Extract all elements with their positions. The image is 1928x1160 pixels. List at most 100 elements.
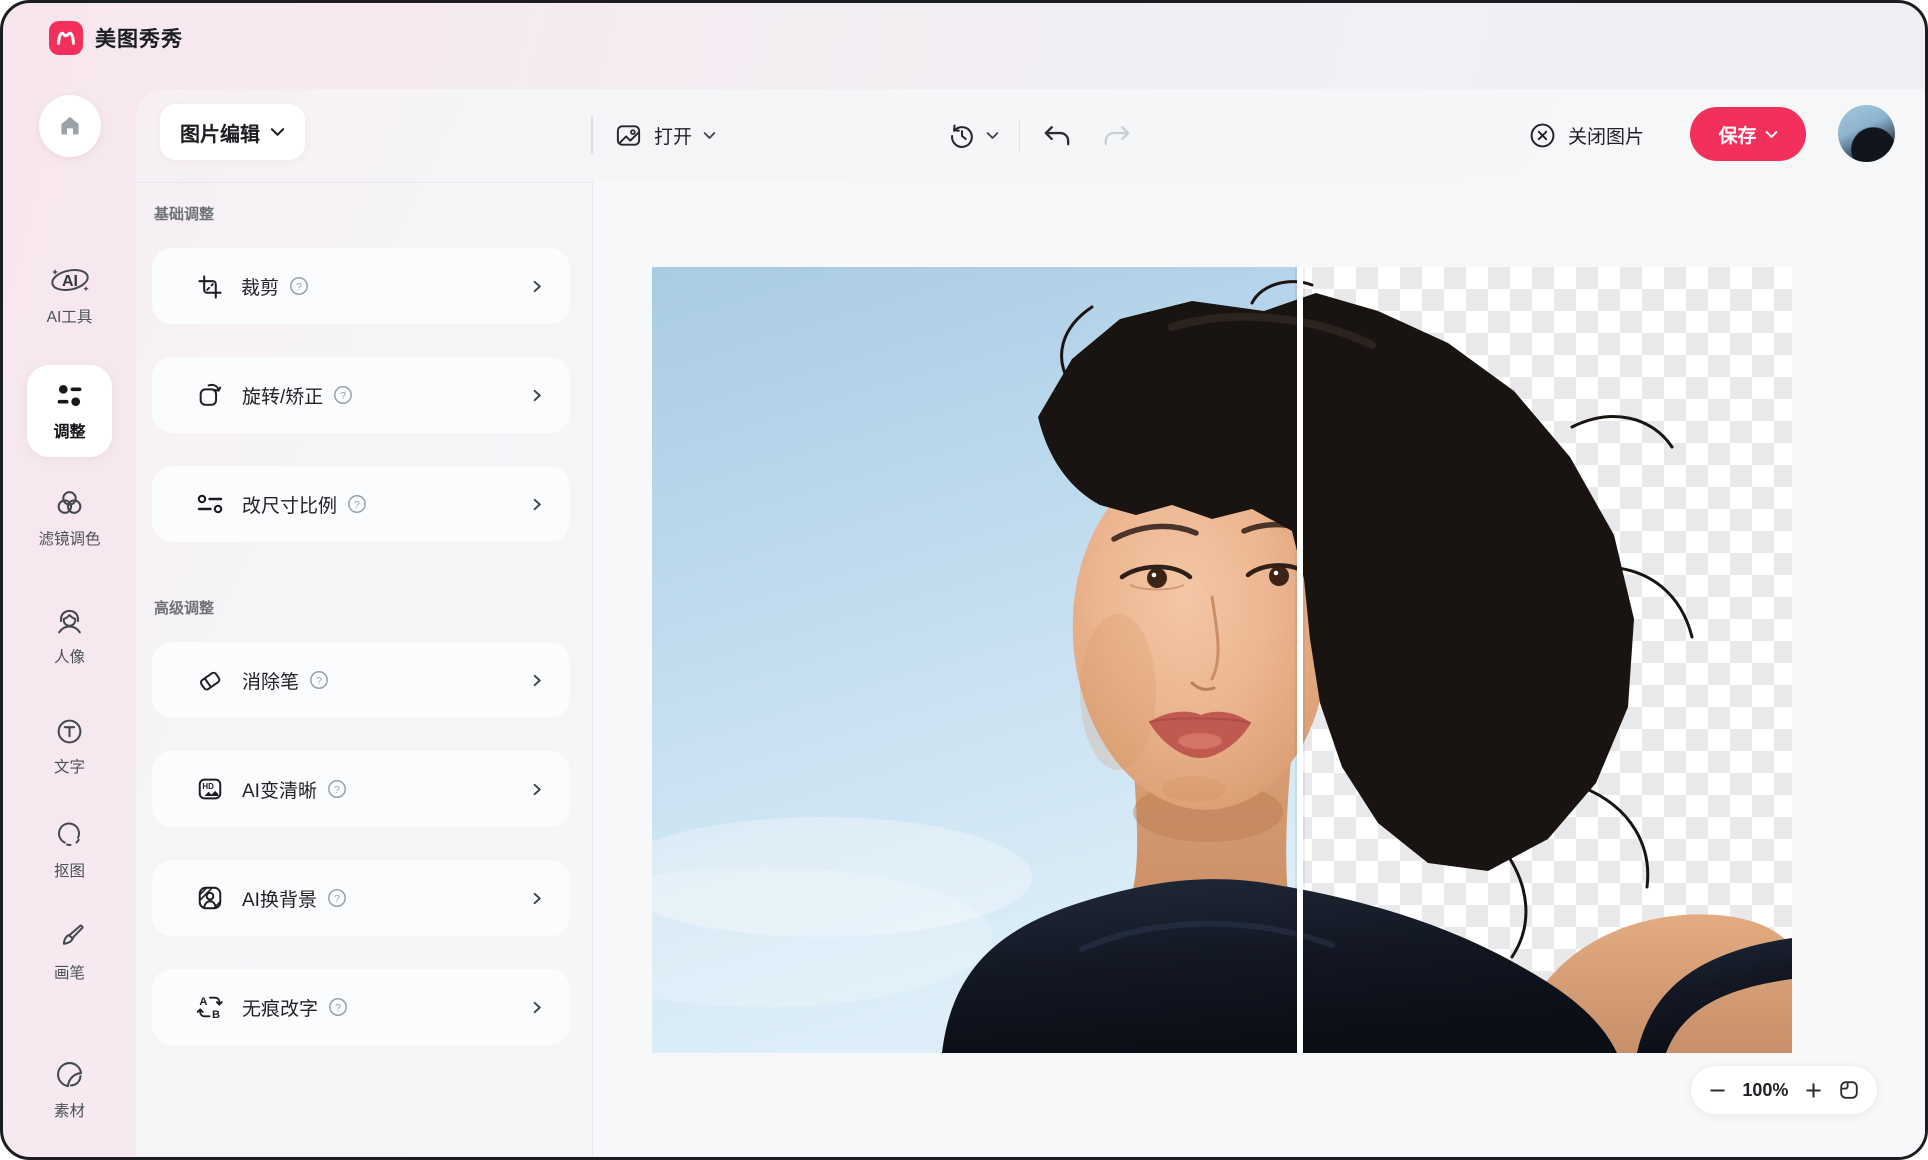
help-icon[interactable]: ? — [347, 494, 367, 514]
sidebar-item-label: 文字 — [54, 755, 85, 777]
tool-label: 无痕改字 — [242, 994, 318, 1021]
left-sidebar: AI AI工具 调整 滤镜调色 人像 文字 抠图 画笔 — [3, 73, 136, 1157]
chevron-down-icon — [1765, 130, 1778, 139]
svg-text:A: A — [199, 996, 207, 1008]
text-swap-icon: AB — [196, 993, 224, 1021]
tool-label: AI变清晰 — [242, 776, 317, 803]
chevron-right-icon — [529, 388, 544, 403]
chevron-right-icon — [529, 497, 544, 512]
tool-card-rotate[interactable]: 旋转/矫正 ? — [152, 357, 570, 433]
toolbar: 图片编辑 打开 — [136, 89, 1925, 182]
home-icon — [56, 112, 84, 140]
sidebar-item-label: 画笔 — [54, 961, 85, 983]
resize-ratio-icon — [196, 492, 224, 516]
before-after-preview — [652, 267, 1792, 1053]
chevron-down-icon — [703, 131, 716, 140]
app-window: 美图秀秀 AI AI工具 调整 滤镜调色 人像 文字 抠图 — [0, 0, 1928, 1160]
svg-text:?: ? — [296, 281, 302, 293]
image-icon — [614, 121, 643, 150]
rotate-icon — [196, 381, 224, 409]
tool-label: 改尺寸比例 — [242, 491, 337, 518]
help-icon[interactable]: ? — [327, 779, 347, 799]
close-circle-icon — [1528, 121, 1557, 150]
history-cluster — [948, 89, 1132, 182]
eraser-icon — [196, 666, 224, 694]
zoom-control: 100% — [1690, 1065, 1878, 1115]
svg-text:?: ? — [340, 390, 346, 402]
minus-icon — [1708, 1081, 1727, 1100]
chevron-right-icon — [529, 891, 544, 906]
sidebar-item-brush[interactable]: 画笔 — [3, 921, 136, 983]
history-button[interactable] — [948, 122, 976, 150]
redo-button[interactable] — [1101, 123, 1132, 149]
svg-text:?: ? — [335, 1002, 341, 1014]
tool-card-eraser[interactable]: 消除笔 ? — [152, 642, 570, 718]
tool-label: AI换背景 — [242, 885, 317, 912]
cutout-icon — [54, 819, 86, 851]
svg-text:B: B — [212, 1009, 220, 1021]
top-bar: 美图秀秀 — [3, 3, 1925, 73]
help-icon[interactable]: ? — [327, 888, 347, 908]
svg-text:?: ? — [316, 675, 322, 687]
open-label: 打开 — [654, 122, 692, 149]
filters-circles-icon — [54, 488, 85, 519]
help-icon[interactable]: ? — [309, 670, 329, 690]
tool-label: 消除笔 — [242, 667, 299, 694]
edit-mode-label: 图片编辑 — [180, 118, 260, 147]
tool-card-resize[interactable]: 改尺寸比例 ? — [152, 466, 570, 542]
help-icon[interactable]: ? — [328, 997, 348, 1017]
sidebar-item-filters[interactable]: 滤镜调色 — [3, 488, 136, 549]
svg-text:?: ? — [334, 784, 340, 796]
adjust-sliders-icon — [54, 380, 85, 411]
tool-card-ai-text-edit[interactable]: AB 无痕改字 ? — [152, 969, 570, 1045]
tool-label: 旋转/矫正 — [242, 382, 323, 409]
hd-enhance-icon: HD — [196, 775, 224, 803]
save-label: 保存 — [1718, 121, 1756, 148]
before-after-split-line — [1295, 267, 1305, 1053]
sidebar-item-ai-tools[interactable]: AI AI工具 — [3, 263, 136, 327]
tool-card-ai-background[interactable]: AI换背景 ? — [152, 860, 570, 936]
help-icon[interactable]: ? — [289, 276, 309, 296]
sidebar-item-materials[interactable]: 素材 — [3, 1058, 136, 1121]
plus-icon — [1804, 1081, 1823, 1100]
svg-text:?: ? — [334, 893, 340, 905]
portrait-icon — [54, 606, 85, 637]
sidebar-item-cutout[interactable]: 抠图 — [3, 819, 136, 881]
section-title-basic: 基础调整 — [154, 203, 592, 224]
history-dropdown-chevron[interactable] — [986, 131, 999, 140]
brush-icon — [54, 921, 86, 953]
main-panel: 图片编辑 打开 — [136, 89, 1925, 1157]
open-image-button[interactable]: 打开 — [614, 89, 716, 182]
fit-to-screen-button[interactable] — [1838, 1079, 1860, 1101]
close-image-button[interactable]: 关闭图片 — [1528, 89, 1644, 182]
svg-text:?: ? — [354, 499, 360, 511]
toolbar-divider — [1019, 119, 1020, 153]
history-clock-icon — [948, 122, 976, 150]
undo-button[interactable] — [1042, 123, 1073, 149]
edit-mode-dropdown[interactable]: 图片编辑 — [160, 104, 305, 160]
app-title: 美图秀秀 — [95, 23, 183, 53]
chevron-right-icon — [529, 782, 544, 797]
redo-icon — [1101, 123, 1132, 149]
undo-icon — [1042, 123, 1073, 149]
tool-card-ai-enhance[interactable]: HD AI变清晰 ? — [152, 751, 570, 827]
save-button[interactable]: 保存 — [1690, 107, 1806, 161]
home-button[interactable] — [39, 95, 101, 157]
tool-label: 裁剪 — [241, 273, 279, 300]
photo-canvas[interactable] — [652, 267, 1792, 1053]
sidebar-item-portrait[interactable]: 人像 — [3, 606, 136, 667]
tool-card-crop[interactable]: 裁剪 ? — [152, 248, 570, 324]
help-icon[interactable]: ? — [333, 385, 353, 405]
chevron-right-icon — [529, 673, 544, 688]
section-title-advanced: 高级调整 — [154, 597, 592, 618]
sidebar-item-adjust[interactable]: 调整 — [27, 365, 112, 457]
canvas-area: 100% — [593, 182, 1925, 1157]
zoom-in-button[interactable] — [1804, 1081, 1823, 1100]
svg-text:AI: AI — [62, 273, 78, 290]
user-avatar[interactable] — [1838, 105, 1895, 162]
sidebar-item-text[interactable]: 文字 — [3, 716, 136, 777]
chevron-down-icon — [270, 127, 285, 137]
zoom-out-button[interactable] — [1708, 1081, 1727, 1100]
tools-panel: 基础调整 裁剪 ? 旋转/矫正 ? — [136, 182, 593, 1157]
fit-screen-icon — [1838, 1079, 1860, 1101]
